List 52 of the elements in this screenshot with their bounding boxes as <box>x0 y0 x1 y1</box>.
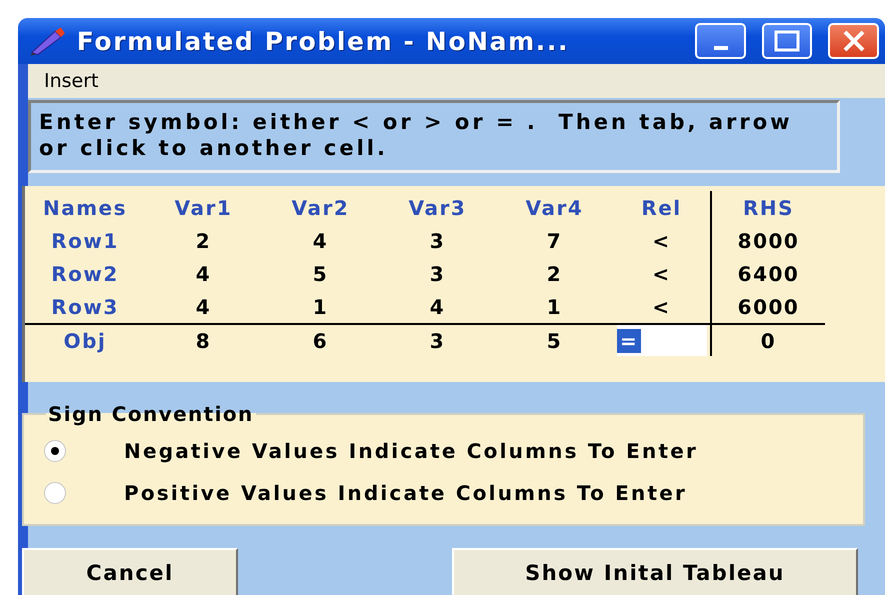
table-cell-text: 5 <box>312 260 330 288</box>
table-cell: 0 <box>710 323 825 356</box>
table-cell-text: < <box>651 294 672 320</box>
radio-button[interactable] <box>44 482 66 504</box>
column-header: Var2 <box>290 194 350 222</box>
column-header: Names <box>42 194 128 222</box>
minimize-icon <box>714 46 728 50</box>
relation-input-field[interactable]: = <box>617 325 707 356</box>
group-title: Sign Convention <box>47 402 255 426</box>
table-cell-text: 1 <box>312 294 330 320</box>
row-label: Obj <box>25 323 145 356</box>
maximize-icon <box>774 30 800 52</box>
table-cell-text: 2 <box>194 228 212 254</box>
table-cell-text: < <box>651 260 672 288</box>
table-cell-text: 4 <box>194 260 212 288</box>
cancel-button[interactable]: Cancel <box>22 548 238 595</box>
row-label: Row3 <box>50 294 120 320</box>
table-cell: 6000 <box>710 290 825 323</box>
close-button[interactable] <box>828 23 879 59</box>
column-header: Var3 <box>408 194 468 222</box>
show-tableau-button[interactable]: Show Inital Tableau <box>452 548 858 595</box>
column-header: Var4 <box>524 194 584 222</box>
table-cell: 6 <box>262 323 379 356</box>
table-cell-text: 2 <box>546 260 564 288</box>
table-cell: 3 <box>379 323 496 356</box>
table-cell: 8000 <box>710 224 825 257</box>
table-cell-text: 4 <box>194 294 212 320</box>
window-title: Formulated Problem - NoNam... <box>76 26 570 56</box>
table-cell-text: 3 <box>428 228 446 254</box>
table-cell-text: 3 <box>428 260 446 288</box>
table-cell-text: 7 <box>546 228 564 254</box>
maximize-button[interactable] <box>762 23 812 59</box>
radio-button[interactable] <box>44 440 66 462</box>
row-label: Row1 <box>50 228 120 254</box>
table-cell: 8 <box>145 323 262 356</box>
close-icon <box>842 30 866 52</box>
menu-item[interactable]: Insert <box>38 70 104 92</box>
table-cell: 6400 <box>710 257 825 290</box>
column-header: Var1 <box>174 194 234 222</box>
table-cell-text: 4 <box>428 294 446 320</box>
radio-label: Negative Values Indicate Columns To Enter <box>124 439 698 463</box>
minimize-button[interactable] <box>695 23 746 59</box>
column-header: RHS <box>710 191 825 224</box>
table-cell-text: 1 <box>546 294 564 320</box>
table-cell-text: 4 <box>312 228 330 254</box>
table-cell-text: < <box>651 228 672 254</box>
column-header: Rel <box>640 194 683 222</box>
radio-label: Positive Values Indicate Columns To Enter <box>124 481 688 505</box>
pencil-icon <box>28 25 67 57</box>
table-cell: 5 <box>496 323 613 356</box>
row-label: Row2 <box>50 260 120 288</box>
instruction-text: Enter symbol: either < or > or = . Then tab, arrow or click to another cell. <box>28 100 840 173</box>
